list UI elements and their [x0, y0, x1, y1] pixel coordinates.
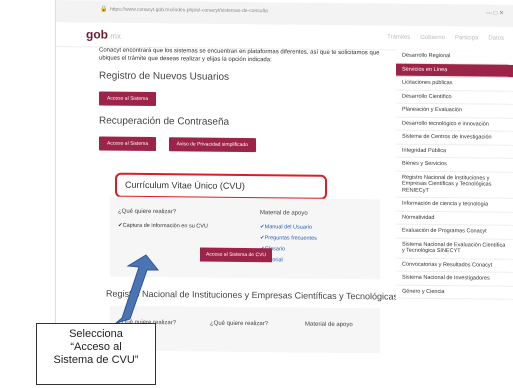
callout-line-3: Sistema de CVU”: [53, 354, 139, 366]
sidebar-item[interactable]: Sistema Nacional de Evaluación Científic…: [396, 238, 513, 260]
nav-datos[interactable]: Datos: [488, 36, 504, 42]
sidebar-item[interactable]: Desarrollo tecnológico e innovación: [396, 117, 513, 132]
sidebar-item[interactable]: Registro Nacional de Instituciones y Emp…: [396, 171, 513, 199]
cvu-panel: ¿Qué quiere realizar? ✔Captura de inform…: [110, 196, 380, 280]
window-controls[interactable]: — □ ✕: [486, 10, 504, 17]
registro-title: Registro de Nuevos Usuarios: [99, 70, 230, 83]
renie-question-2: ¿Qué quiere realizar?: [210, 320, 269, 328]
sidebar-item[interactable]: Sistema Nacional de Investigadores: [396, 271, 513, 287]
faq-link[interactable]: ✔Preguntas frecuentes: [260, 235, 317, 242]
sidebar-item[interactable]: Licitaciones públicas: [396, 76, 513, 92]
address-bar[interactable]: https://www.conacyt.gob.mx/index.php/el-…: [110, 7, 268, 15]
manual-link[interactable]: ✔Manual del Usuario: [260, 224, 312, 231]
callout-line-2: “Acceso al: [70, 341, 122, 353]
recuperacion-title: Recuperación de Contraseña: [99, 115, 230, 128]
cvu-access-button[interactable]: Acceso al Sistema de CVU: [200, 247, 273, 263]
nav-participa[interactable]: Participa: [455, 35, 478, 41]
browser-screenshot: 🔒 https://www.conacyt.gob.mx/index.php/e…: [55, 0, 513, 355]
sidebar-item[interactable]: Desarrollo Regional: [396, 49, 513, 65]
recuperacion-access-button[interactable]: Acceso al Sistema: [99, 136, 157, 152]
lock-icon: 🔒: [100, 6, 108, 13]
sidebar: Desarrollo Regional Servicios en Línea Lic…: [396, 49, 513, 355]
sidebar-item[interactable]: Sistema de Centros de Investigación: [396, 130, 513, 146]
cvu-action-item: ✔Captura de información en su CVU: [118, 222, 208, 230]
header-nav: Trámites Gobierno Participa Datos: [387, 34, 504, 41]
nav-tramites[interactable]: Trámites: [387, 34, 410, 40]
intro-text: Conacyt encontrará que los sistemas se e…: [99, 47, 380, 64]
sidebar-item[interactable]: Bienes y Servicios: [396, 157, 513, 173]
sidebar-item[interactable]: Planeación y Evaluación: [396, 103, 513, 119]
registro-access-button[interactable]: Acceso al Sistema: [99, 91, 157, 107]
sidebar-item[interactable]: Servicios en Línea: [396, 63, 513, 78]
sidebar-item[interactable]: Normatividad: [396, 211, 513, 226]
nav-gobierno[interactable]: Gobierno: [420, 35, 445, 41]
sidebar-item[interactable]: Información de ciencia y tecnología: [396, 197, 513, 213]
cvu-section-highlight: Currículum Vitae Único (CVU): [115, 172, 327, 200]
sidebar-item[interactable]: Integridad Pública: [396, 144, 513, 159]
aviso-privacidad-button[interactable]: Aviso de Privacidad simplificado: [168, 137, 256, 153]
sidebar-item[interactable]: Convocatorias y Resultados Conacyt: [396, 258, 513, 273]
renie-material: Material de apoyo: [305, 321, 353, 329]
material-title: Material de apoyo: [260, 210, 308, 217]
sidebar-item[interactable]: Evaluación de Programas Conacyt: [396, 224, 513, 240]
sidebar-item[interactable]: Desarrollo Científico: [396, 90, 513, 105]
callout-line-1: Selecciona: [69, 328, 123, 340]
sidebar-item[interactable]: Género y Ciencia: [396, 285, 513, 300]
cvu-title: Currículum Vitae Único (CVU): [125, 179, 245, 191]
cvu-question: ¿Qué quiere realizar?: [118, 208, 177, 216]
gob-logo[interactable]: gob.mx: [86, 27, 121, 41]
instruction-callout: Selecciona “Acceso al Sistema de CVU”: [36, 323, 156, 385]
